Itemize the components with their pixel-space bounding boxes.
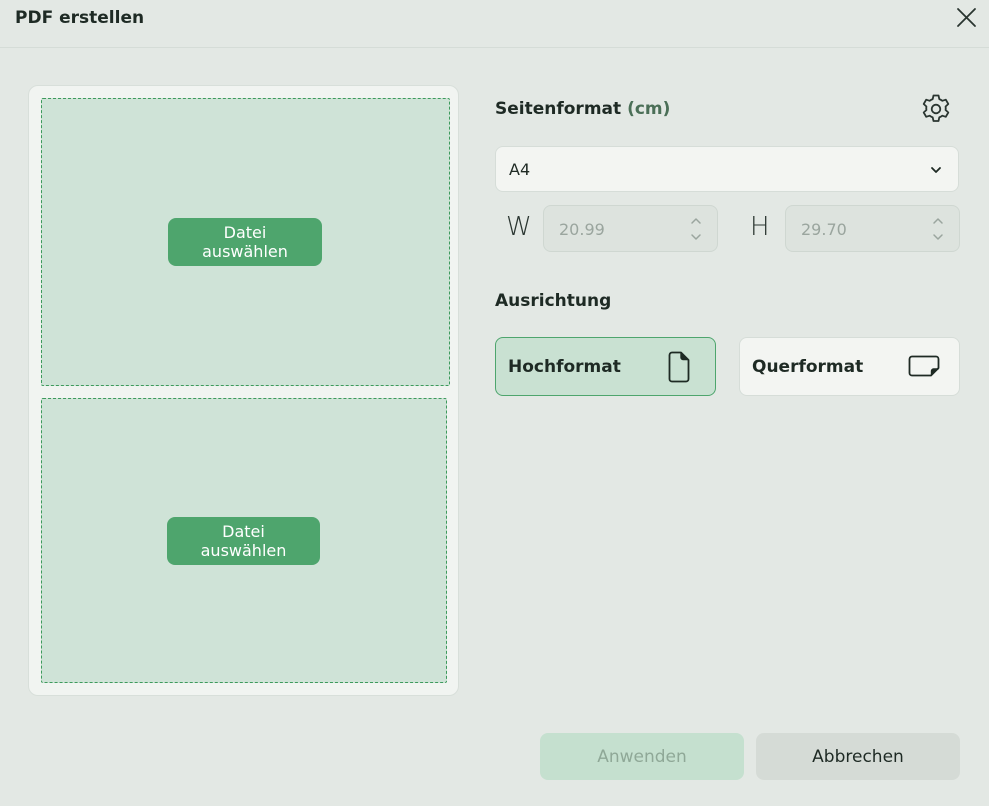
orientation-heading: Ausrichtung — [495, 291, 612, 311]
close-icon — [957, 8, 976, 27]
page-format-select[interactable]: A4 — [495, 146, 959, 192]
portrait-page-icon — [668, 351, 690, 383]
apply-button[interactable]: Anwenden — [540, 733, 744, 780]
title-bar: PDF erstellen — [0, 0, 989, 48]
page-format-value: A4 — [509, 160, 531, 179]
chevron-down-icon — [931, 167, 941, 173]
dialog-title: PDF erstellen — [15, 8, 145, 28]
height-field: 29.70 — [785, 205, 960, 252]
format-settings-button[interactable] — [919, 92, 953, 126]
height-spinner-icon — [933, 218, 943, 240]
height-label: H — [750, 212, 770, 242]
width-value: 20.99 — [559, 220, 605, 239]
page-format-heading: Seitenformat (cm) — [495, 99, 670, 119]
orientation-landscape-option[interactable]: Querformat — [739, 337, 960, 396]
choose-file-button-bottom[interactable]: Datei auswählen — [167, 517, 320, 565]
portrait-label: Hochformat — [508, 357, 621, 377]
landscape-label: Querformat — [752, 357, 864, 377]
cancel-button[interactable]: Abbrechen — [756, 733, 960, 780]
drop-zone-bottom[interactable]: Datei auswählen — [41, 398, 447, 683]
gear-icon — [922, 94, 950, 122]
landscape-page-icon — [908, 355, 940, 377]
page-preview: Datei auswählen Datei auswählen — [28, 85, 459, 696]
width-label: W — [506, 212, 532, 242]
height-value: 29.70 — [801, 220, 847, 239]
page-format-unit: (cm) — [627, 99, 671, 119]
page-format-label: Seitenformat — [495, 99, 622, 119]
width-field: 20.99 — [543, 205, 718, 252]
width-spinner-icon — [691, 218, 701, 240]
drop-zone-top[interactable]: Datei auswählen — [41, 98, 450, 386]
choose-file-button-top[interactable]: Datei auswählen — [168, 218, 322, 266]
close-button[interactable] — [954, 6, 978, 30]
orientation-portrait-option[interactable]: Hochformat — [495, 337, 716, 396]
